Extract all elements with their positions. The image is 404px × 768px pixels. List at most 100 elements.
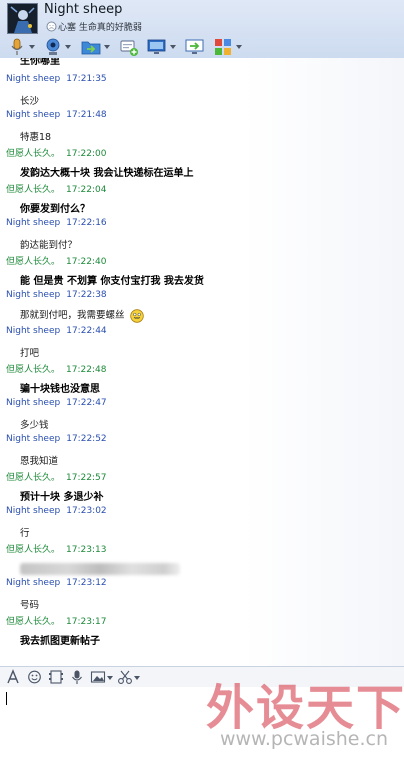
message-text: 多少钱 (20, 420, 49, 431)
share-screen-button[interactable] (184, 37, 206, 57)
sender-name: Night sheep (6, 578, 61, 588)
message-header: Night sheep 17:22:47 (6, 398, 107, 408)
message-time: 17:21:48 (66, 110, 107, 120)
microphone-icon (11, 38, 23, 55)
font-icon (7, 669, 19, 684)
signature-text: 心塞 生命真的好脆弱 (58, 23, 142, 33)
sender-name: 但愿人长久。 (6, 473, 61, 483)
message-header: Night sheep 17:22:16 (6, 218, 107, 228)
add-friend-icon (120, 40, 138, 56)
message-header: 但愿人长久。 17:22:04 (6, 182, 106, 195)
message-time: 17:22:57 (66, 473, 107, 483)
chat-history[interactable]: 生你哪里 Night sheep 17:21:35 长沙 Night sheep 1… (0, 58, 404, 666)
microphone-button[interactable] (6, 37, 36, 57)
message-header: Night sheep 17:21:48 (6, 110, 107, 120)
screenshot-icon (118, 670, 132, 684)
contact-name[interactable]: Night sheep (44, 2, 122, 17)
video-call-button[interactable] (42, 37, 72, 57)
title-bar: Night sheep 心塞 生命真的好脆弱 (0, 0, 404, 58)
message-time: 17:23:17 (66, 617, 107, 627)
message-row: 那就到付吧，我需要螺丝 (20, 307, 144, 323)
remote-desktop-icon (147, 39, 166, 54)
message-header: 但愿人长久。 17:22:40 (6, 254, 106, 267)
sender-name: Night sheep (6, 218, 61, 228)
toolbar (0, 36, 404, 58)
sender-name: Night sheep (6, 506, 61, 516)
message-text: 能 但是贵 不划算 你支付宝打我 我去发货 (20, 276, 204, 287)
message-header: 但愿人长久。 17:22:48 (6, 362, 106, 375)
message-time: 17:22:44 (66, 326, 107, 336)
file-transfer-icon (81, 41, 101, 55)
message-text: 韵达能到付？ (20, 240, 78, 251)
message-header: 但愿人长久。 17:22:00 (6, 146, 106, 159)
message-time: 17:22:00 (66, 149, 107, 159)
message-time: 17:22:40 (66, 257, 107, 267)
message-header: Night sheep 17:23:02 (6, 506, 107, 516)
file-transfer-button[interactable] (80, 37, 110, 57)
message-text: 长沙 (20, 96, 40, 107)
message-text: 发韵达大概十块 我会让快递标在运单上 (20, 168, 194, 179)
apps-icon (215, 39, 231, 55)
message-text: 特惠18 (20, 132, 52, 143)
message-header: 但愿人长久。 17:22:57 (6, 470, 106, 483)
sender-name: Night sheep (6, 74, 61, 84)
sender-name: 但愿人长久。 (6, 257, 61, 267)
message-text: 生你哪里 (20, 58, 60, 67)
message-header: Night sheep 17:23:12 (6, 578, 107, 588)
sender-name: Night sheep (6, 434, 61, 444)
font-button[interactable] (6, 669, 22, 685)
sender-name: 但愿人长久。 (6, 545, 61, 555)
video-clip-icon (49, 670, 63, 684)
avatar[interactable] (7, 3, 38, 34)
share-screen-icon (185, 39, 204, 54)
smiley-emoji-icon (129, 308, 144, 323)
message-header: Night sheep 17:22:52 (6, 434, 107, 444)
apps-button[interactable] (212, 37, 242, 57)
watermark-url: www.pcwaishe.cn (219, 728, 389, 750)
message-text: 那就到付吧，我需要螺丝 (20, 310, 125, 321)
message-header: Night sheep 17:22:38 (6, 290, 107, 300)
message-time: 17:22:47 (66, 398, 107, 408)
video-call-icon (46, 38, 60, 55)
message-time: 17:22:52 (66, 434, 107, 444)
sender-name: 但愿人长久。 (6, 185, 61, 195)
watermark: 外设天下 www.pcwaishe.cn (206, 668, 404, 766)
sender-name: Night sheep (6, 398, 61, 408)
image-icon (90, 671, 106, 683)
image-button[interactable] (90, 669, 114, 685)
sender-name: Night sheep (6, 290, 61, 300)
sender-name: Night sheep (6, 110, 61, 120)
message-text: 恩我知道 (20, 456, 59, 467)
voice-button[interactable] (70, 669, 86, 685)
message-header: Night sheep 17:22:44 (6, 326, 107, 336)
message-header: Night sheep 17:21:35 (6, 74, 107, 84)
message-time: 17:23:12 (66, 578, 107, 588)
message-header: 但愿人长久。 17:23:13 (6, 542, 106, 555)
redacted-message (20, 563, 180, 575)
message-text: 你要发到付么？ (20, 204, 90, 215)
screenshot-button[interactable] (117, 669, 141, 685)
message-text: 骗十块钱也没意思 (20, 384, 100, 395)
add-friend-button[interactable] (118, 37, 140, 57)
message-time: 17:23:02 (66, 506, 107, 516)
message-time: 17:22:48 (66, 365, 107, 375)
sender-name: 但愿人长久。 (6, 149, 61, 159)
message-time: 17:22:38 (66, 290, 107, 300)
remote-desktop-button[interactable] (146, 37, 176, 57)
emoji-button[interactable] (27, 669, 43, 685)
sender-name: 但愿人长久。 (6, 365, 61, 375)
text-cursor (6, 692, 7, 705)
signature-icon (46, 21, 57, 32)
message-text: 号码 (20, 600, 40, 611)
message-time: 17:23:13 (66, 545, 107, 555)
message-text: 打吧 (20, 348, 40, 359)
message-text: 我去抓图更新帖子 (20, 636, 100, 647)
message-time: 17:21:35 (66, 74, 107, 84)
message-time: 17:22:04 (66, 185, 107, 195)
message-header: 但愿人长久。 17:23:17 (6, 614, 106, 627)
emoji-icon (28, 670, 41, 684)
message-text: 预计十块 多退少补 (20, 492, 104, 503)
sender-name: Night sheep (6, 326, 61, 336)
video-clip-button[interactable] (48, 669, 66, 685)
message-text: 行 (20, 528, 30, 539)
